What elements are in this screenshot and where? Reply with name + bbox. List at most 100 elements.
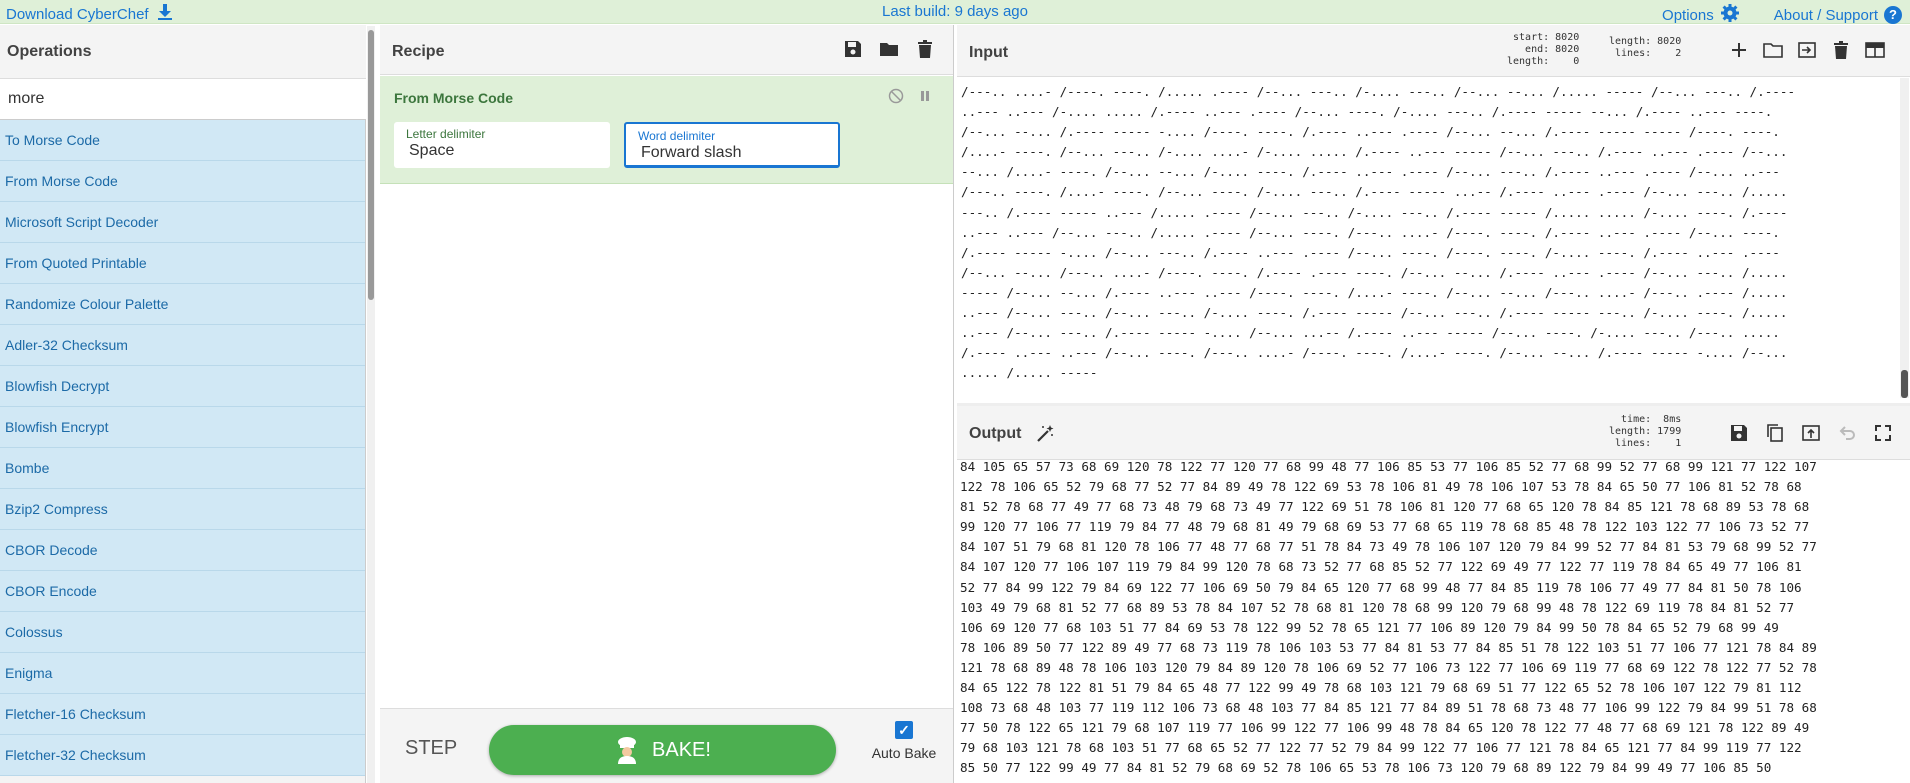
options-link[interactable]: Options [1662, 7, 1714, 24]
scrollbar-thumb[interactable] [1901, 370, 1908, 398]
word-delimiter-value[interactable]: Forward slash [641, 144, 741, 162]
output-text: 84 105 65 57 73 68 69 120 78 122 77 120 … [960, 457, 1905, 783]
recipe-operation-card[interactable]: From Morse Code Letter delimiter Space W… [380, 76, 953, 184]
input-line: /---.. ----. /....- ----. /--... ----. /… [961, 184, 1788, 200]
input-scrollbar[interactable] [1900, 78, 1909, 398]
letter-delimiter-label: Letter delimiter [406, 127, 486, 141]
input-line: ..--- ..--- /--... ---.. /..... .---- /-… [961, 224, 1780, 240]
operation-item[interactable]: From Quoted Printable [0, 243, 365, 284]
add-tab-icon[interactable] [1729, 40, 1749, 60]
operations-search[interactable] [0, 79, 366, 120]
gear-icon[interactable] [1720, 3, 1740, 27]
operation-item[interactable]: Blowfish Encrypt [0, 407, 365, 448]
word-delimiter-field[interactable]: Word delimiter Forward slash [624, 122, 840, 168]
input-length-stats: length: 8020 lines: 2 [1609, 36, 1682, 59]
input-title: Input [969, 44, 1009, 61]
output-line: 84 107 51 79 68 81 120 78 106 77 48 77 6… [960, 539, 1817, 555]
auto-bake-label[interactable]: Auto Bake [872, 745, 937, 761]
layout-icon[interactable] [1865, 40, 1885, 60]
download-link[interactable]: Download CyberChef [6, 3, 173, 25]
input-line: ..--- /--... ---.. /--... ---.. /-.... -… [961, 305, 1788, 321]
chef-icon [614, 736, 640, 764]
operation-item[interactable]: Enigma [0, 653, 365, 694]
operation-item[interactable]: Fletcher-16 Checksum [0, 694, 365, 735]
operation-item[interactable]: CBOR Decode [0, 530, 365, 571]
last-build-text: Last build: 9 days ago [882, 3, 1028, 20]
open-folder-icon[interactable] [1763, 40, 1783, 60]
output-line: 77 50 78 122 65 121 79 68 107 119 77 106… [960, 720, 1810, 736]
recipe-operation-name: From Morse Code [394, 90, 514, 106]
auto-bake-checkbox[interactable]: ✓ [895, 721, 913, 739]
help-icon[interactable]: ? [1884, 6, 1902, 24]
output-line: 122 78 106 65 52 79 68 77 52 77 84 89 49… [960, 479, 1802, 495]
about-support-link[interactable]: About / Support [1774, 7, 1878, 24]
output-stats: time: 8ms length: 1799 lines: 1 [1609, 414, 1682, 449]
input-line: ..... /..... ----- [961, 365, 1098, 381]
operation-item[interactable]: Bombe [0, 448, 365, 489]
output-line: 85 50 77 122 99 49 77 84 81 52 79 68 69 … [960, 760, 1772, 776]
output-title: Output [969, 425, 1022, 442]
bake-label[interactable]: BAKE! [652, 739, 711, 762]
magic-wand-icon[interactable] [1035, 424, 1055, 447]
search-input[interactable] [6, 89, 350, 109]
output-line: 84 107 120 77 106 107 119 79 84 99 120 7… [960, 559, 1802, 575]
clear-input-icon[interactable] [1831, 40, 1851, 60]
operation-item[interactable]: Fletcher-32 Checksum [0, 735, 365, 776]
maximise-icon[interactable] [1873, 423, 1893, 443]
operations-panel: Operations To Morse Code From Morse Code… [0, 25, 366, 783]
operation-item[interactable]: To Morse Code [0, 120, 365, 161]
scrollbar-thumb[interactable] [368, 30, 374, 300]
input-textarea[interactable]: /---.. ....- /----. ----. /..... .---- /… [961, 82, 1901, 400]
step-button[interactable]: STEP [405, 737, 457, 760]
input-line: ----- /--... --... /.---- ..--- ..--- /-… [961, 284, 1788, 300]
disable-icon[interactable] [888, 88, 904, 107]
save-output-icon[interactable] [1729, 423, 1749, 443]
operation-item[interactable]: Randomize Colour Palette [0, 284, 365, 325]
operation-item[interactable]: From Morse Code [0, 161, 365, 202]
letter-delimiter-field[interactable]: Letter delimiter Space [394, 122, 610, 168]
pause-icon[interactable] [918, 88, 932, 107]
operation-item[interactable]: Microsoft Script Decoder [0, 202, 365, 243]
output-line: 106 69 120 77 68 103 51 77 84 69 53 78 1… [960, 619, 1779, 635]
open-file-icon[interactable] [1797, 40, 1817, 60]
input-line: --... /....- ----. /--... --... /-.... -… [961, 164, 1780, 180]
replace-input-icon[interactable] [1801, 423, 1821, 443]
download-label[interactable]: Download CyberChef [6, 6, 149, 23]
output-line: 52 77 84 99 122 79 84 69 122 77 106 69 5… [960, 579, 1802, 595]
copy-icon[interactable] [1765, 423, 1785, 443]
input-line: ..--- /--... ---.. /.---- ----- -.... /-… [961, 325, 1780, 341]
input-line: ---.. /.---- ----- ..--- /..... .---- /-… [961, 204, 1788, 220]
operation-item[interactable]: Blowfish Decrypt [0, 366, 365, 407]
output-line: 84 105 65 57 73 68 69 120 78 122 77 120 … [960, 459, 1817, 474]
letter-delimiter-value[interactable]: Space [409, 142, 454, 160]
operations-list: To Morse Code From Morse Code Microsoft … [0, 120, 365, 783]
output-line: 78 106 89 50 77 122 89 49 77 68 73 119 7… [960, 639, 1817, 655]
input-line: /.---- ..--- ..--- /--... ----. /---.. .… [961, 345, 1788, 361]
output-line: 81 52 78 68 77 49 77 68 73 48 79 68 73 4… [960, 499, 1810, 515]
auto-bake-toggle[interactable]: ✓ Auto Bake [864, 721, 944, 761]
output-line: 79 68 103 121 78 68 103 51 77 68 65 52 7… [960, 740, 1802, 756]
input-line: /---.. ....- /----. ----. /..... .---- /… [961, 84, 1796, 99]
folder-icon[interactable] [879, 39, 899, 59]
operation-item[interactable]: Colossus [0, 612, 365, 653]
output-line: 84 65 122 78 122 81 51 79 84 65 48 77 12… [960, 680, 1802, 696]
output-line: 108 73 68 48 103 77 119 112 106 73 68 48… [960, 700, 1817, 716]
output-line: 99 120 77 106 77 119 79 84 77 48 79 68 8… [960, 519, 1810, 535]
operations-scrollbar[interactable] [367, 26, 375, 783]
bake-button[interactable]: BAKE! [489, 725, 836, 775]
operation-item[interactable]: Bzip2 Compress [0, 489, 365, 530]
operations-title: Operations [7, 43, 92, 60]
output-panel: Output time: 8ms length: 1799 lines: 1 8… [957, 406, 1910, 783]
input-line: /.---- ----- -.... /--... ---.. /.---- .… [961, 244, 1780, 260]
operation-item[interactable]: CBOR Encode [0, 571, 365, 612]
recipe-title: Recipe [392, 43, 445, 60]
trash-icon[interactable] [915, 39, 935, 59]
top-banner: Download CyberChef Last build: 9 days ag… [0, 0, 1910, 24]
save-recipe-icon[interactable] [843, 39, 863, 59]
download-icon[interactable] [157, 3, 173, 25]
input-selection-stats: start: 8020 end: 8020 length: 0 [1507, 32, 1580, 67]
operation-item[interactable]: Adler-32 Checksum [0, 325, 365, 366]
output-line: 121 78 68 89 48 78 106 103 120 79 84 89 … [960, 659, 1817, 675]
undo-icon[interactable] [1837, 423, 1857, 443]
word-delimiter-label: Word delimiter [638, 129, 716, 143]
